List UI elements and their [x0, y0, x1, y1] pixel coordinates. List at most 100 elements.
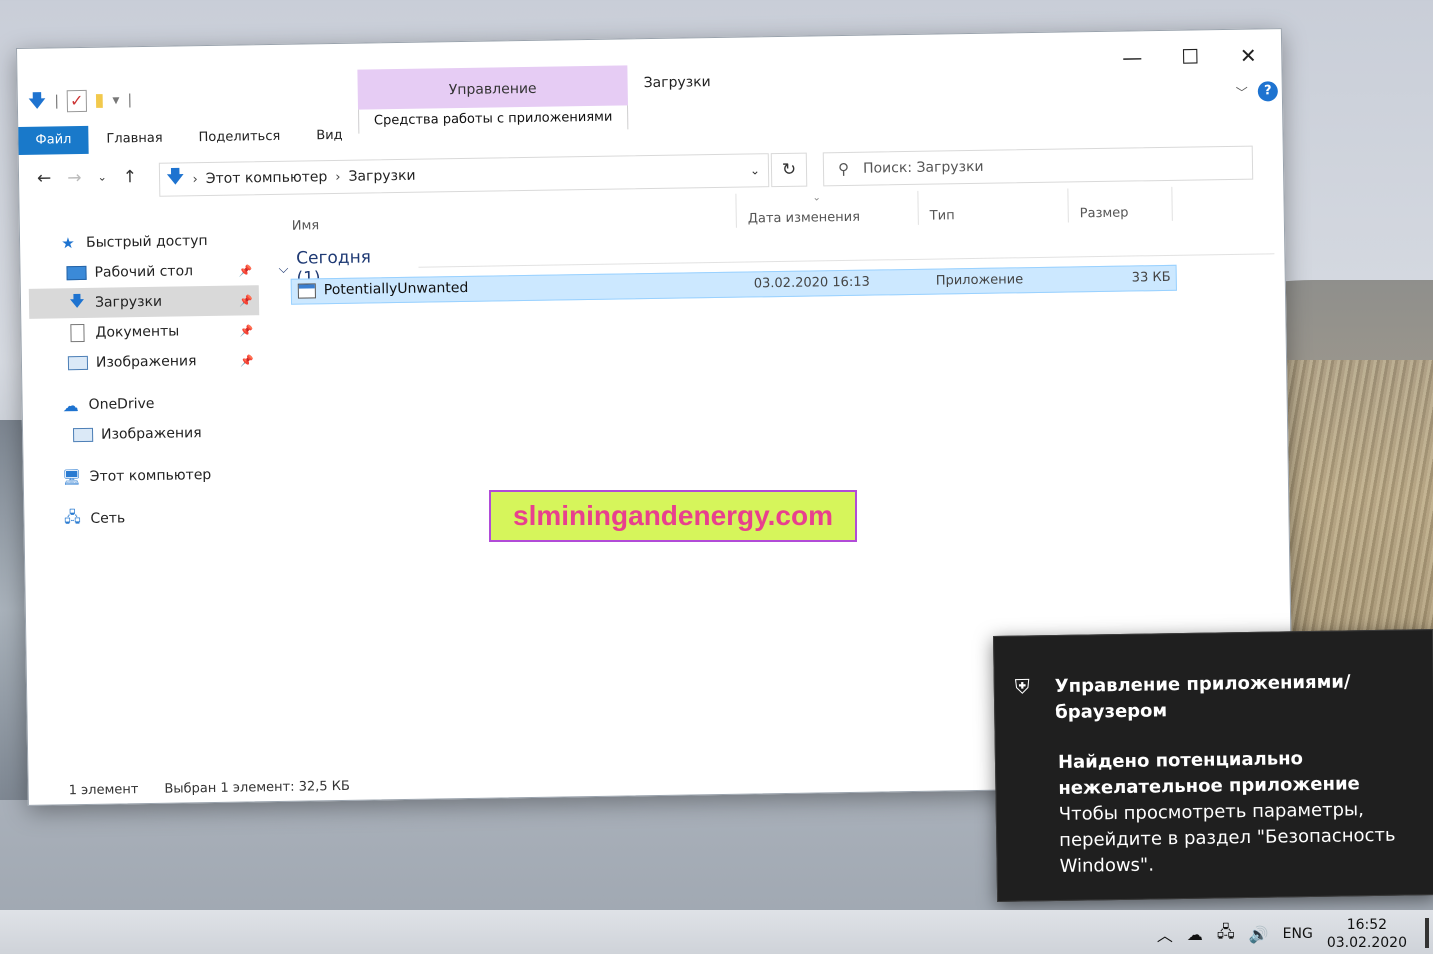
forward-arrow-icon[interactable]: → — [67, 168, 82, 188]
tab-file[interactable]: Файл — [18, 125, 89, 155]
column-divider[interactable] — [1171, 186, 1173, 221]
close-button[interactable]: ✕ — [1233, 43, 1263, 68]
system-tray: ︿ ☁ 🖧 🔊 ENG 16:52 03.02.2020 — [1157, 916, 1429, 952]
sidebar-item-label: Этот компьютер — [89, 466, 212, 485]
sidebar-item-images[interactable]: Изображения 📌 — [30, 345, 260, 379]
toast-body: Чтобы просмотреть параметры, перейдите в… — [1058, 799, 1396, 877]
title-bar: 🡇 | ✓ ▮ ▾ | Управление Средства работы с… — [17, 29, 1282, 134]
toast-title: Управление приложениями/ браузером — [1054, 671, 1351, 724]
file-size: 33 КБ — [1131, 269, 1171, 286]
application-icon — [297, 282, 316, 299]
sidebar-item-desktop[interactable]: Рабочий стол 📌 — [28, 255, 258, 289]
selection-info: Выбран 1 элемент: 32,5 КБ — [164, 778, 351, 797]
chevron-right-icon[interactable]: › — [335, 169, 340, 184]
status-bar: 1 элемент Выбран 1 элемент: 32,5 КБ — [69, 779, 350, 798]
cloud-icon: ☁ — [62, 395, 79, 415]
minimize-button[interactable]: — — [1117, 45, 1147, 69]
clock-date: 03.02.2020 — [1326, 935, 1407, 951]
show-desktop-button[interactable] — [1425, 918, 1429, 948]
back-arrow-icon[interactable]: ← — [37, 168, 52, 188]
pin-icon: 📌 — [240, 353, 255, 368]
address-dropdown-icon[interactable]: ⌄ — [750, 163, 760, 177]
pin-icon: 📌 — [239, 323, 254, 338]
navigation-pane: ★ Быстрый доступ Рабочий стол 📌 🡇 Загруз… — [28, 225, 263, 535]
item-count: 1 элемент — [68, 782, 139, 799]
refresh-button[interactable]: ↻ — [770, 152, 808, 188]
download-arrow-icon[interactable]: 🡇 — [28, 91, 47, 112]
sidebar-item-label: OneDrive — [88, 395, 155, 413]
column-size[interactable]: Размер — [1080, 206, 1129, 222]
sidebar-item-this-pc[interactable]: 🖥 Этот компьютер — [32, 459, 262, 493]
ribbon-tabs: Файл Главная Поделиться Вид — [18, 122, 361, 155]
window-controls: — ☐ ✕ — [1117, 43, 1263, 70]
separator: | — [54, 93, 60, 110]
chevron-down-icon[interactable]: ⌵ — [278, 261, 288, 276]
clock[interactable]: 16:52 03.02.2020 — [1327, 916, 1407, 952]
onedrive-cloud-icon[interactable]: ☁ — [1187, 925, 1203, 944]
sidebar-item-label: Изображения — [95, 353, 197, 371]
chevron-right-icon[interactable]: › — [192, 172, 197, 187]
network-icon: 🖧 — [63, 507, 81, 526]
column-divider[interactable] — [917, 190, 919, 225]
sidebar-item-network[interactable]: 🖧 Сеть — [32, 501, 262, 535]
column-name[interactable]: Имя — [292, 218, 320, 233]
sort-indicator-icon: ⌄ — [812, 192, 821, 204]
star-icon: ★ — [61, 234, 75, 253]
sidebar-item-label: Изображения — [100, 425, 202, 443]
column-divider[interactable] — [1067, 188, 1069, 223]
pin-icon: 📌 — [239, 293, 254, 308]
file-type: Приложение — [935, 272, 1024, 289]
quick-access-toolbar: 🡇 | ✓ ▮ ▾ | — [28, 89, 133, 113]
tab-share[interactable]: Поделиться — [180, 123, 298, 153]
sidebar-item-label: Быстрый доступ — [85, 233, 208, 251]
column-date[interactable]: Дата изменения — [748, 210, 860, 227]
column-divider[interactable] — [735, 193, 737, 228]
sidebar-item-label: Документы — [95, 323, 180, 341]
context-subtab[interactable]: Средства работы с приложениями — [358, 105, 629, 134]
file-name-cell[interactable]: PotentiallyUnwanted — [297, 280, 468, 299]
computer-icon: 🖥 — [62, 468, 82, 487]
context-tab[interactable]: Управление Средства работы с приложениям… — [357, 65, 629, 134]
context-tab-title[interactable]: Управление — [358, 79, 628, 99]
image-icon — [72, 427, 94, 443]
shield-icon: ⛨ — [1014, 674, 1030, 699]
maximize-button[interactable]: ☐ — [1175, 44, 1205, 68]
notification-toast[interactable]: ⛨ Управление приложениями/ браузером Най… — [993, 629, 1433, 902]
clock-time: 16:52 — [1346, 917, 1388, 933]
ribbon-help: ﹀ ? — [1236, 81, 1278, 102]
sidebar-item-quick-access[interactable]: ★ Быстрый доступ — [28, 225, 258, 259]
separator: | — [127, 92, 133, 109]
sidebar-item-onedrive-images[interactable]: Изображения — [31, 417, 261, 451]
pin-icon: 📌 — [238, 263, 253, 278]
breadcrumb-downloads[interactable]: Загрузки — [348, 168, 415, 185]
volume-icon[interactable]: 🔊 — [1249, 925, 1269, 944]
chevron-up-icon[interactable]: ︿ — [1157, 922, 1173, 946]
help-icon[interactable]: ? — [1257, 81, 1278, 102]
tab-home[interactable]: Главная — [88, 124, 181, 153]
network-icon[interactable]: 🖧 — [1217, 921, 1235, 948]
watermark: slminingandenergy.com — [489, 490, 857, 542]
sidebar-item-label: Загрузки — [94, 293, 163, 311]
downloads-folder-icon: 🡇 — [165, 166, 185, 188]
toast-heading: Найдено потенциально нежелательное прило… — [1057, 748, 1360, 799]
sidebar-item-onedrive[interactable]: ☁ OneDrive — [30, 387, 260, 421]
tab-view[interactable]: Вид — [298, 122, 361, 151]
sidebar-item-label: Рабочий стол — [94, 263, 194, 281]
properties-icon[interactable]: ✓ — [66, 89, 87, 113]
sidebar-item-documents[interactable]: Документы 📌 — [29, 315, 259, 349]
recent-locations-icon[interactable]: ⌄ — [97, 168, 107, 188]
sidebar-item-downloads[interactable]: 🡇 Загрузки 📌 — [28, 285, 260, 319]
column-type[interactable]: Тип — [930, 208, 955, 223]
window-title: Загрузки — [643, 74, 711, 92]
breadcrumb-this-pc[interactable]: Этот компьютер — [206, 169, 328, 187]
download-arrow-icon: 🡇 — [69, 291, 85, 310]
qat-dropdown-icon[interactable]: ▾ — [112, 90, 119, 110]
taskbar: ︿ ☁ 🖧 🔊 ENG 16:52 03.02.2020 — [0, 910, 1433, 954]
file-date: 03.02.2020 16:13 — [753, 274, 870, 292]
language-indicator[interactable]: ENG — [1283, 926, 1313, 942]
ribbon-expand-icon[interactable]: ﹀ — [1236, 83, 1248, 100]
new-folder-icon[interactable]: ▮ — [94, 90, 104, 111]
sidebar-item-label: Сеть — [90, 510, 126, 527]
up-arrow-icon[interactable]: ↑ — [123, 167, 138, 187]
search-placeholder: Поиск: Загрузки — [862, 158, 984, 177]
